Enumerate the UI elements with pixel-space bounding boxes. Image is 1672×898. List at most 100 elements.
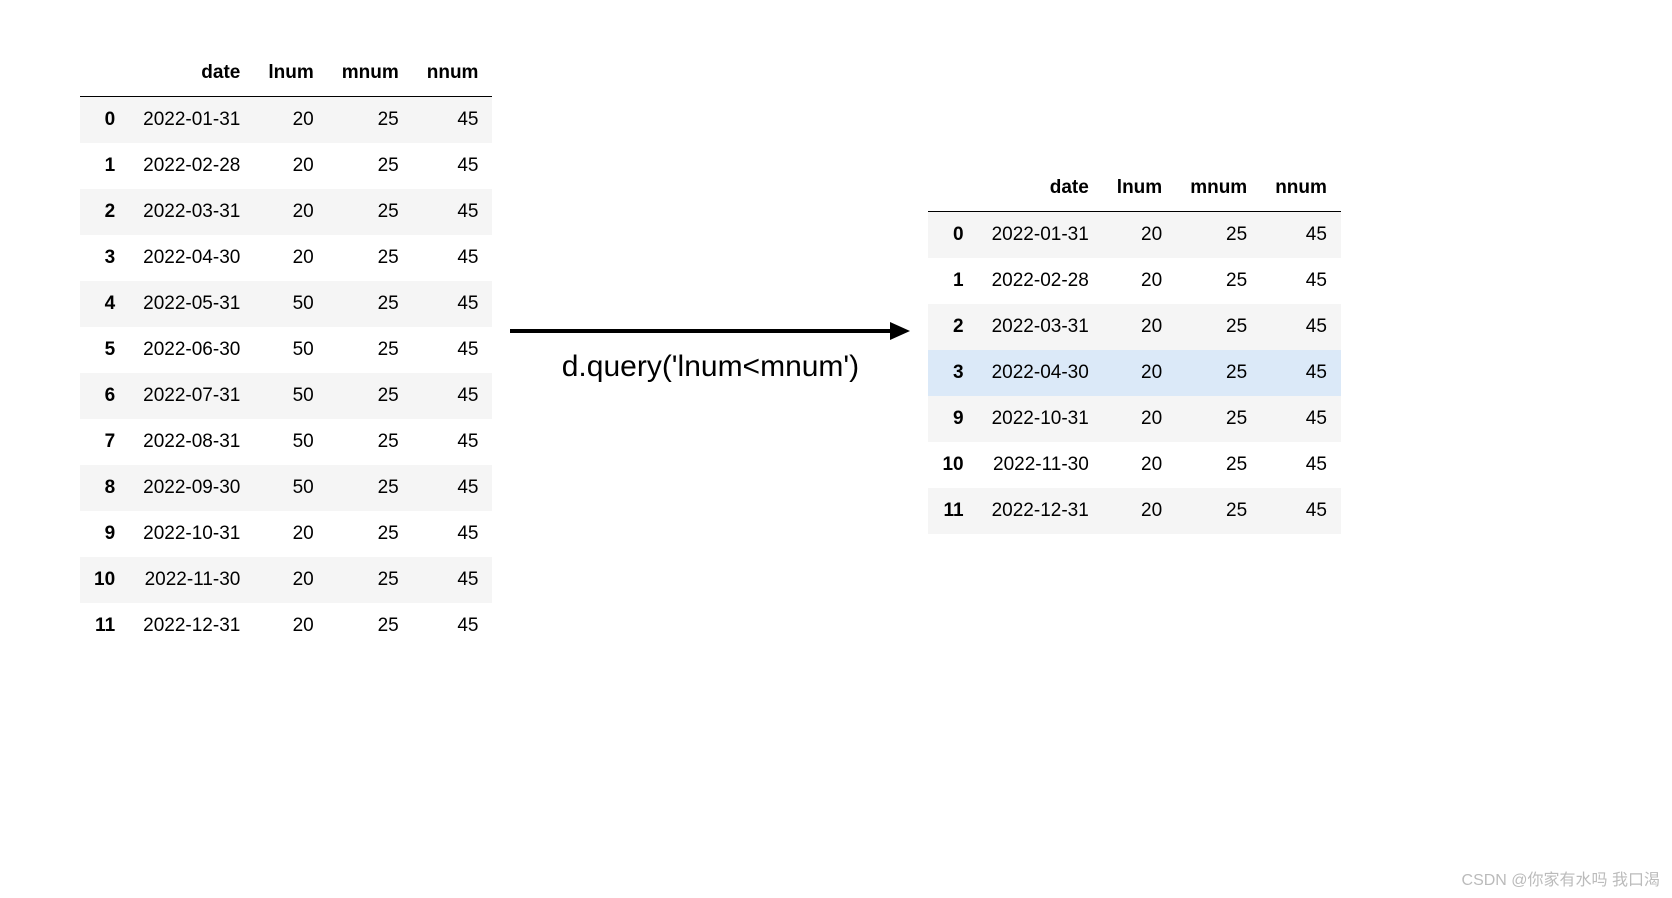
cell: 20: [1103, 258, 1176, 304]
col-header: mnum: [1176, 165, 1261, 212]
cell: 2022-04-30: [978, 350, 1103, 396]
cell: 45: [1261, 212, 1341, 259]
table-row: 32022-04-30202545: [928, 350, 1340, 396]
cell: 2022-01-31: [129, 97, 254, 144]
cell: 20: [1103, 350, 1176, 396]
cell: 45: [413, 419, 493, 465]
cell: 25: [328, 373, 413, 419]
cell: 2022-03-31: [978, 304, 1103, 350]
cell: 25: [328, 281, 413, 327]
table-row: 22022-03-31202545: [80, 189, 492, 235]
query-expression: d.query('lnum<mnum'): [562, 350, 859, 384]
cell: 25: [328, 603, 413, 649]
row-index: 6: [80, 373, 129, 419]
table-row: 12022-02-28202545: [80, 143, 492, 189]
row-index: 10: [928, 442, 977, 488]
cell: 25: [328, 511, 413, 557]
cell: 2022-02-28: [129, 143, 254, 189]
cell: 20: [254, 557, 327, 603]
cell: 25: [1176, 212, 1261, 259]
row-index: 8: [80, 465, 129, 511]
cell: 2022-04-30: [129, 235, 254, 281]
cell: 2022-09-30: [129, 465, 254, 511]
row-index: 4: [80, 281, 129, 327]
row-index: 0: [80, 97, 129, 144]
cell: 20: [254, 235, 327, 281]
row-index: 11: [928, 488, 977, 534]
table-row: 42022-05-31502545: [80, 281, 492, 327]
cell: 20: [254, 143, 327, 189]
cell: 45: [413, 465, 493, 511]
cell: 25: [1176, 488, 1261, 534]
diagram-layout: date lnum mnum nnum 02022-01-31202545120…: [80, 50, 1592, 649]
cell: 2022-12-31: [978, 488, 1103, 534]
cell: 25: [328, 143, 413, 189]
source-tbody: 02022-01-3120254512022-02-2820254522022-…: [80, 97, 492, 650]
cell: 45: [413, 143, 493, 189]
table-row: 22022-03-31202545: [928, 304, 1340, 350]
cell: 2022-10-31: [129, 511, 254, 557]
cell: 45: [1261, 442, 1341, 488]
cell: 25: [1176, 304, 1261, 350]
cell: 20: [1103, 488, 1176, 534]
cell: 45: [413, 235, 493, 281]
cell: 20: [254, 511, 327, 557]
cell: 25: [328, 97, 413, 144]
cell: 20: [1103, 304, 1176, 350]
table-row: 92022-10-31202545: [928, 396, 1340, 442]
cell: 45: [413, 327, 493, 373]
table-row: 112022-12-31202545: [928, 488, 1340, 534]
table-row: 02022-01-31202545: [80, 97, 492, 144]
row-index: 9: [928, 396, 977, 442]
cell: 2022-11-30: [978, 442, 1103, 488]
row-index: 7: [80, 419, 129, 465]
cell: 2022-05-31: [129, 281, 254, 327]
table-row: 12022-02-28202545: [928, 258, 1340, 304]
cell: 25: [328, 235, 413, 281]
col-header: lnum: [254, 50, 327, 97]
row-index: 1: [80, 143, 129, 189]
cell: 2022-08-31: [129, 419, 254, 465]
cell: 50: [254, 465, 327, 511]
cell: 25: [328, 327, 413, 373]
cell: 25: [328, 557, 413, 603]
cell: 25: [1176, 442, 1261, 488]
row-index: 5: [80, 327, 129, 373]
cell: 25: [1176, 396, 1261, 442]
index-header: [80, 50, 129, 97]
col-header: date: [978, 165, 1103, 212]
result-table-column: date lnum mnum nnum 02022-01-31202545120…: [928, 165, 1340, 534]
cell: 45: [413, 281, 493, 327]
cell: 2022-02-28: [978, 258, 1103, 304]
cell: 45: [413, 511, 493, 557]
cell: 2022-07-31: [129, 373, 254, 419]
cell: 45: [413, 557, 493, 603]
cell: 45: [413, 603, 493, 649]
row-index: 9: [80, 511, 129, 557]
table-row: 62022-07-31502545: [80, 373, 492, 419]
table-row: 52022-06-30502545: [80, 327, 492, 373]
arrow-and-query: d.query('lnum<mnum'): [502, 316, 918, 384]
cell: 45: [1261, 350, 1341, 396]
table-row: 32022-04-30202545: [80, 235, 492, 281]
cell: 20: [1103, 212, 1176, 259]
cell: 25: [328, 465, 413, 511]
cell: 50: [254, 373, 327, 419]
cell: 25: [1176, 258, 1261, 304]
table-row: 92022-10-31202545: [80, 511, 492, 557]
row-index: 3: [80, 235, 129, 281]
cell: 45: [413, 373, 493, 419]
source-dataframe-table: date lnum mnum nnum 02022-01-31202545120…: [80, 50, 492, 649]
result-tbody: 02022-01-3120254512022-02-2820254522022-…: [928, 212, 1340, 535]
cell: 45: [413, 189, 493, 235]
cell: 25: [1176, 350, 1261, 396]
watermark-text: CSDN @你家有水吗 我口渴: [1462, 866, 1660, 890]
table-row: 112022-12-31202545: [80, 603, 492, 649]
table-row: 102022-11-30202545: [80, 557, 492, 603]
table-row: 82022-09-30502545: [80, 465, 492, 511]
col-header: lnum: [1103, 165, 1176, 212]
col-header: nnum: [1261, 165, 1341, 212]
cell: 2022-11-30: [129, 557, 254, 603]
cell: 50: [254, 281, 327, 327]
col-header: date: [129, 50, 254, 97]
